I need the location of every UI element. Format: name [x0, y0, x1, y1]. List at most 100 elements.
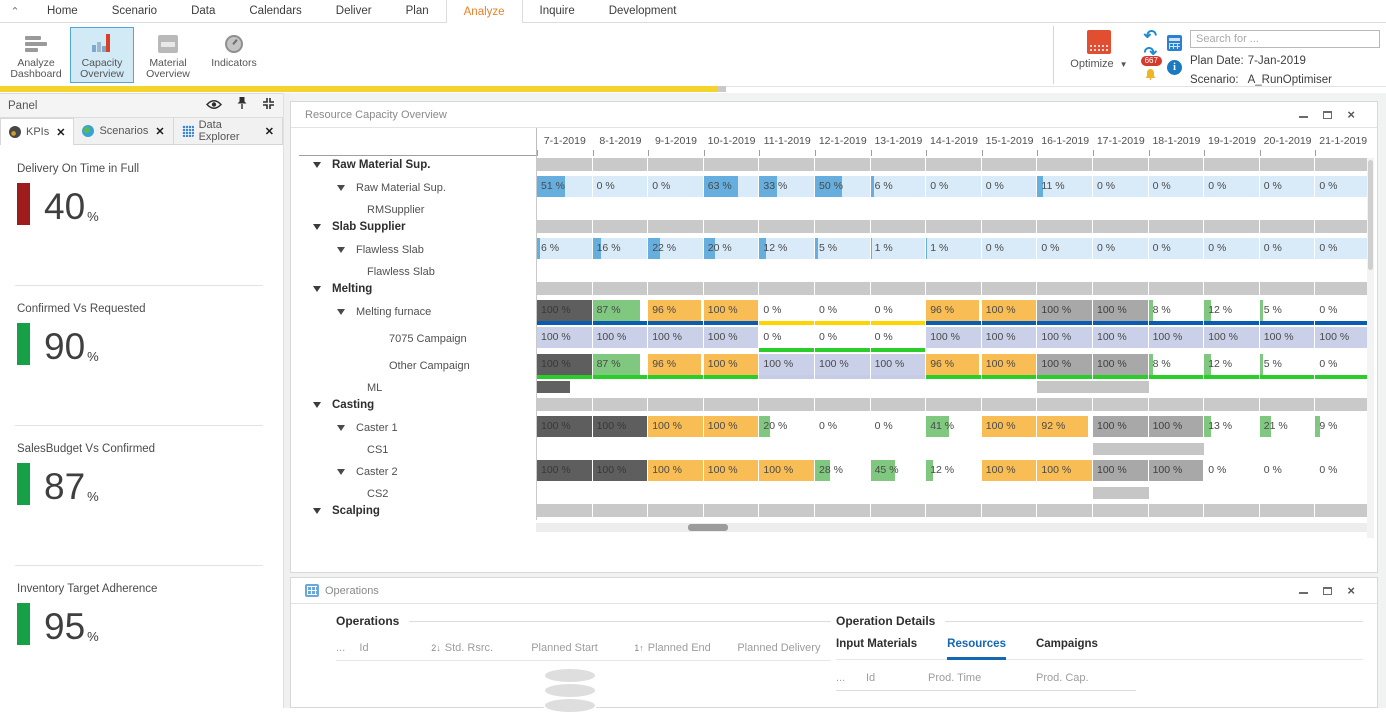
capacity-cell[interactable]: 0 % — [1092, 176, 1148, 197]
search-input[interactable] — [1190, 30, 1380, 48]
capacity-cell[interactable]: 100 % — [537, 327, 592, 348]
capacity-cell[interactable]: 100 % — [703, 416, 759, 437]
date-column-header[interactable]: 15-1-2019 — [981, 128, 1038, 156]
minimize-icon[interactable] — [1299, 587, 1309, 594]
capacity-cell[interactable]: 0 % — [759, 300, 814, 321]
operations-column-planned-end[interactable]: 1↑ Planned End — [634, 642, 737, 654]
vscroll-thumb[interactable] — [1368, 160, 1373, 270]
capacity-cell[interactable]: 0 % — [981, 176, 1037, 197]
capacity-cell[interactable]: 0 % — [1315, 354, 1370, 375]
capacity-cell[interactable]: 100 % — [1148, 460, 1204, 481]
capacity-cell[interactable]: 92 % — [1037, 416, 1092, 437]
capacity-cell[interactable]: 0 % — [1204, 460, 1259, 481]
date-column-header[interactable]: 19-1-2019 — [1204, 128, 1260, 156]
capacity-cell[interactable]: 100 % — [648, 327, 703, 348]
capacity-cell[interactable]: 100 % — [537, 416, 592, 437]
capacity-cell[interactable]: 0 % — [1148, 176, 1204, 197]
capacity-cell[interactable]: 100 % — [926, 327, 981, 348]
capacity-cell[interactable]: 100 % — [981, 416, 1037, 437]
capacity-cell[interactable]: 0 % — [1204, 176, 1259, 197]
capacity-cell[interactable]: 100 % — [537, 460, 592, 481]
capacity-cell[interactable]: 100 % — [1148, 327, 1204, 348]
capacity-cell[interactable]: 100 % — [1092, 460, 1148, 481]
date-column-header[interactable]: 7-1-2019 — [537, 128, 593, 156]
calculator-icon[interactable] — [1167, 35, 1182, 51]
capacity-cell[interactable]: 5 % — [1259, 300, 1315, 321]
detail-column-prod-cap[interactable]: Prod. Cap. — [1036, 672, 1136, 684]
capacity-cell[interactable]: 6 % — [537, 238, 592, 259]
menu-item-data[interactable]: Data — [174, 0, 232, 22]
capacity-cell[interactable]: 100 % — [1092, 300, 1148, 321]
maximize-icon[interactable] — [1323, 586, 1333, 595]
app-caret-icon[interactable]: ⌃ — [0, 0, 30, 22]
pin-icon[interactable] — [236, 96, 248, 115]
minimize-icon[interactable] — [1299, 111, 1309, 118]
collapse-icon[interactable] — [262, 97, 275, 115]
capacity-cell[interactable]: 100 % — [592, 460, 648, 481]
capacity-cell[interactable]: 96 % — [648, 300, 703, 321]
detail-tab-campaigns[interactable]: Campaigns — [1036, 638, 1098, 659]
date-column-header[interactable]: 11-1-2019 — [759, 128, 815, 156]
capacity-cell[interactable]: 0 % — [870, 300, 926, 321]
capacity-cell[interactable]: 87 % — [592, 300, 648, 321]
capacity-cell[interactable]: 5 % — [1259, 354, 1315, 375]
capacity-cell[interactable]: 100 % — [981, 327, 1037, 348]
capacity-cell[interactable]: 100 % — [1315, 327, 1370, 348]
tab-close-icon[interactable]: ✕ — [56, 126, 65, 139]
capacity-cell[interactable]: 100 % — [981, 354, 1037, 375]
vertical-scrollbar[interactable] — [1367, 158, 1374, 538]
capacity-cell[interactable]: 100 % — [592, 416, 648, 437]
capacity-cell[interactable]: 0 % — [814, 300, 870, 321]
collapse-arrow-icon[interactable] — [337, 184, 345, 191]
detail-tab-input-materials[interactable]: Input Materials — [836, 638, 917, 659]
capacity-cell[interactable]: 0 % — [814, 416, 870, 437]
capacity-cell[interactable]: 100 % — [1037, 300, 1092, 321]
capacity-cell[interactable]: 33 % — [759, 176, 814, 197]
panel-tab-scenarios[interactable]: Scenarios ✕ — [74, 118, 174, 144]
capacity-cell[interactable]: 11 % — [1037, 176, 1092, 197]
capacity-cell[interactable]: 0 % — [1315, 238, 1370, 259]
date-column-header[interactable]: 12-1-2019 — [814, 128, 871, 156]
panel-tab-data-explorer[interactable]: Data Explorer ✕ — [173, 118, 283, 144]
capacity-cell[interactable]: 0 % — [648, 176, 703, 197]
capacity-cell[interactable]: 100 % — [703, 327, 759, 348]
capacity-cell[interactable]: 100 % — [814, 354, 870, 375]
menu-item-home[interactable]: Home — [30, 0, 95, 22]
capacity-cell[interactable]: 0 % — [870, 416, 926, 437]
capacity-cell[interactable]: 9 % — [1315, 416, 1370, 437]
capacity-cell[interactable]: 12 % — [1204, 300, 1259, 321]
close-icon[interactable]: × — [1347, 584, 1355, 597]
capacity-cell[interactable]: 0 % — [759, 327, 814, 348]
tab-close-icon[interactable]: ✕ — [265, 125, 274, 138]
optimize-dropdown-caret-icon[interactable]: ▼ — [1120, 60, 1128, 69]
capacity-cell[interactable]: 0 % — [1315, 300, 1370, 321]
capacity-cell[interactable]: 8 % — [1148, 300, 1204, 321]
capacity-cell[interactable]: 100 % — [648, 416, 703, 437]
capacity-cell[interactable]: 0 % — [926, 176, 981, 197]
operations-column-id[interactable]: Id — [359, 642, 431, 654]
capacity-cell[interactable]: 100 % — [537, 300, 592, 321]
collapse-arrow-icon[interactable] — [337, 308, 345, 315]
undo-icon[interactable]: ↶ — [1144, 29, 1157, 45]
date-column-header[interactable]: 18-1-2019 — [1148, 128, 1205, 156]
capacity-cell[interactable]: 16 % — [592, 238, 648, 259]
capacity-cell[interactable]: 100 % — [1092, 354, 1148, 375]
collapse-arrow-icon[interactable] — [313, 286, 321, 292]
capacity-cell[interactable]: 5 % — [814, 238, 870, 259]
capacity-cell[interactable]: 1 % — [870, 238, 926, 259]
collapse-arrow-icon[interactable] — [313, 402, 321, 408]
capacity-cell[interactable]: 0 % — [814, 327, 870, 348]
capacity-cell[interactable]: 0 % — [1148, 238, 1204, 259]
capacity-cell[interactable]: 100 % — [648, 460, 703, 481]
date-column-header[interactable]: 9-1-2019 — [648, 128, 704, 156]
capacity-cell[interactable]: 50 % — [814, 176, 870, 197]
tab-close-icon[interactable]: ✕ — [155, 125, 164, 138]
capacity-cell[interactable]: 100 % — [1204, 327, 1259, 348]
operations-column-planned-delivery[interactable]: Planned Delivery — [737, 642, 831, 654]
capacity-cell[interactable]: 0 % — [1315, 176, 1370, 197]
capacity-cell[interactable]: 6 % — [870, 176, 926, 197]
capacity-cell[interactable]: 100 % — [1148, 416, 1204, 437]
capacity-cell[interactable]: 100 % — [759, 460, 814, 481]
capacity-cell[interactable]: 22 % — [648, 238, 703, 259]
ribbon-button-material-overview[interactable]: Material Overview — [136, 27, 200, 83]
